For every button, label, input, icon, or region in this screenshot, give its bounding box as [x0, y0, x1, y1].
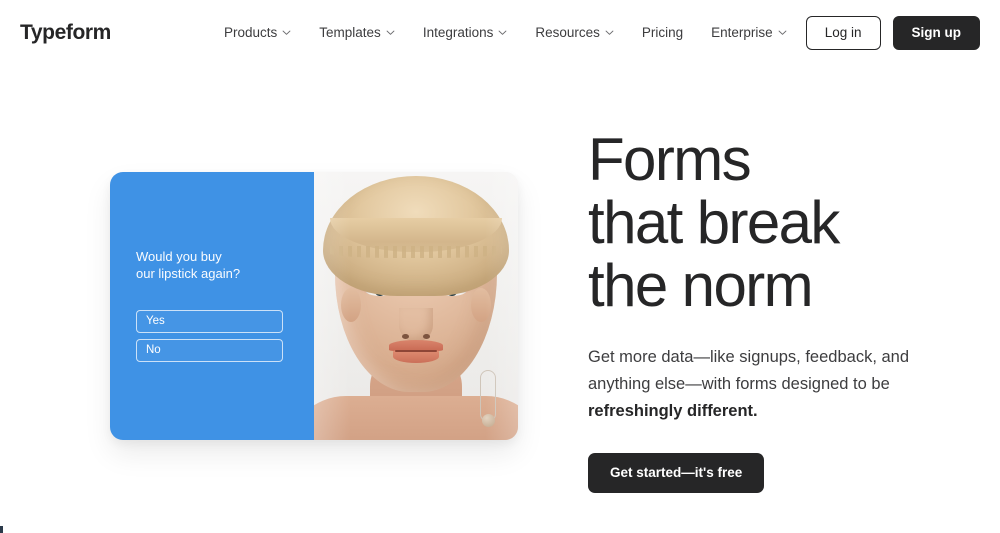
- chevron-down-icon: [386, 28, 395, 37]
- scrollbar-nub[interactable]: [0, 526, 3, 533]
- nav-item-integrations[interactable]: Integrations: [409, 22, 522, 44]
- lip-line: [395, 350, 437, 352]
- nav-item-enterprise[interactable]: Enterprise: [697, 22, 801, 44]
- nostril-left: [402, 334, 409, 339]
- auth-actions: Log in Sign up: [805, 16, 980, 50]
- brand-logo[interactable]: Typeform: [20, 20, 111, 46]
- page-title: Forms that break the norm: [588, 126, 840, 319]
- site-header: Typeform Products Templates Integrations: [0, 0, 1000, 66]
- form-answer-option-no[interactable]: No: [136, 339, 283, 362]
- hair-fringe: [330, 218, 502, 258]
- chevron-down-icon: [282, 28, 291, 37]
- form-preview-image: [314, 172, 518, 440]
- earring-bead: [482, 414, 495, 427]
- form-answer-list: Yes No: [136, 310, 283, 368]
- nav-item-templates[interactable]: Templates: [305, 22, 409, 44]
- nav-item-resources[interactable]: Resources: [521, 22, 628, 44]
- main-navigation: Products Templates Integrations Resource…: [210, 22, 801, 44]
- chevron-down-icon: [498, 28, 507, 37]
- chevron-down-icon: [778, 28, 787, 37]
- form-preview-card[interactable]: Would you buy our lipstick again? Yes No: [110, 172, 518, 440]
- nav-item-products[interactable]: Products: [210, 22, 305, 44]
- ear-right: [471, 288, 491, 322]
- sign-up-button[interactable]: Sign up: [892, 16, 980, 50]
- nav-item-label: Templates: [319, 25, 381, 40]
- hero-subtext: Get more data—like signups, feedback, an…: [588, 344, 948, 425]
- get-started-button[interactable]: Get started—it's free: [588, 453, 765, 493]
- landing-page: Typeform Products Templates Integrations: [0, 0, 1000, 533]
- ear-left: [341, 288, 361, 322]
- hero-subtext-normal: Get more data—like signups, feedback, an…: [588, 348, 910, 393]
- nav-item-label: Resources: [535, 25, 600, 40]
- log-in-button[interactable]: Log in: [805, 16, 881, 50]
- nav-item-label: Pricing: [641, 25, 684, 40]
- nose-shape: [399, 308, 433, 342]
- portrait-photo: [314, 172, 518, 440]
- nostril-right: [423, 334, 430, 339]
- face-shape: [323, 176, 509, 392]
- lips-shape: [389, 340, 443, 364]
- nav-item-label: Integrations: [422, 25, 494, 40]
- form-question-text: Would you buy our lipstick again?: [136, 249, 241, 281]
- nav-item-label: Products: [224, 25, 278, 40]
- hero-subtext-emphasis: refreshingly different.: [588, 402, 758, 420]
- hero-copy: Forms that break the norm Get more data—…: [588, 128, 968, 493]
- chevron-down-icon: [605, 28, 614, 37]
- form-answer-option-yes[interactable]: Yes: [136, 310, 283, 333]
- form-question-panel: Would you buy our lipstick again? Yes No: [110, 172, 314, 440]
- nav-item-pricing[interactable]: Pricing: [628, 22, 697, 44]
- nav-item-label: Enterprise: [711, 25, 773, 40]
